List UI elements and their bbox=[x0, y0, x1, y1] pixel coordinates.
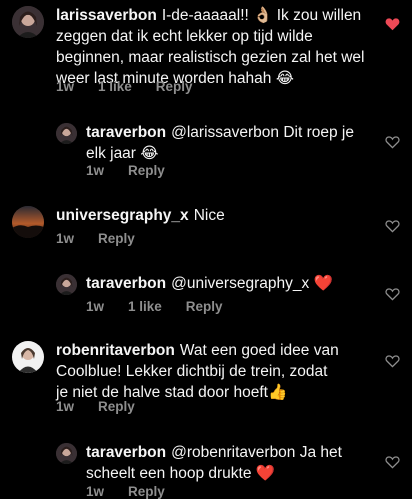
comment-body: Nice bbox=[193, 207, 225, 224]
reply-button[interactable]: Reply bbox=[156, 79, 193, 94]
like-button[interactable] bbox=[385, 219, 400, 233]
comment-text: robenritaverbon Wat een goed idee van Coo… bbox=[56, 340, 341, 403]
reply-button[interactable]: Reply bbox=[128, 163, 165, 178]
avatar-photo-icon bbox=[56, 123, 77, 144]
avatar[interactable] bbox=[12, 6, 44, 38]
heart-outline-icon bbox=[385, 136, 400, 149]
comment-time: 1w bbox=[56, 399, 75, 414]
like-button[interactable] bbox=[385, 354, 400, 368]
comment-meta: 1w Reply bbox=[86, 484, 189, 499]
avatar-photo-icon bbox=[56, 443, 77, 464]
avatar-photo-icon bbox=[56, 274, 77, 295]
heart-outline-icon bbox=[385, 288, 400, 301]
like-button[interactable] bbox=[385, 455, 400, 469]
reply-button[interactable]: Reply bbox=[128, 484, 165, 499]
comment-meta: 1w Reply bbox=[86, 163, 189, 178]
avatar-portrait-icon bbox=[12, 341, 44, 373]
comment-text: taraverbon @universegraphy_x ❤️ bbox=[86, 273, 376, 294]
comment-meta: 1w Reply bbox=[56, 399, 159, 414]
avatar[interactable] bbox=[12, 206, 44, 238]
comment-meta: 1w 1 like Reply bbox=[86, 299, 247, 314]
heart-outline-icon bbox=[385, 355, 400, 368]
avatar[interactable] bbox=[56, 443, 77, 464]
comment-username[interactable]: taraverbon bbox=[86, 124, 166, 141]
avatar-photo-icon bbox=[12, 6, 44, 38]
comment-username[interactable]: larissaverbon bbox=[56, 7, 157, 24]
heart-outline-icon bbox=[385, 220, 400, 233]
avatar-sunset-icon bbox=[12, 206, 44, 238]
reply-button[interactable]: Reply bbox=[98, 231, 135, 246]
comment-time: 1w bbox=[86, 299, 105, 314]
comment-time: 1w bbox=[56, 231, 75, 246]
heart-filled-icon bbox=[385, 18, 400, 31]
like-button[interactable] bbox=[385, 287, 400, 301]
like-button[interactable] bbox=[385, 135, 400, 149]
comment-time: 1w bbox=[86, 163, 105, 178]
heart-outline-icon bbox=[385, 456, 400, 469]
comment-text: universegraphy_x Nice bbox=[56, 205, 378, 226]
comment-username[interactable]: taraverbon bbox=[86, 275, 166, 292]
comment-time: 1w bbox=[56, 79, 75, 94]
comment-meta: 1w Reply bbox=[56, 231, 159, 246]
comment-username[interactable]: robenritaverbon bbox=[56, 342, 175, 359]
comment-username[interactable]: taraverbon bbox=[86, 444, 166, 461]
avatar[interactable] bbox=[12, 341, 44, 373]
comment-text: taraverbon @larissaverbon Dit roep je elk… bbox=[86, 122, 376, 164]
like-button[interactable] bbox=[385, 17, 400, 31]
reply-button[interactable]: Reply bbox=[98, 399, 135, 414]
comment-username[interactable]: universegraphy_x bbox=[56, 207, 189, 224]
comment-meta: 1w 1 like Reply bbox=[56, 79, 217, 94]
comment-time: 1w bbox=[86, 484, 105, 499]
comment-text: larissaverbon I-de-aaaaal!! 👌🏼 Ik zou wil… bbox=[56, 5, 378, 89]
comment-text: taraverbon @robenritaverbon Ja het scheel… bbox=[86, 442, 356, 484]
comment-body: @universegraphy_x ❤️ bbox=[171, 275, 333, 292]
comment-likes[interactable]: 1 like bbox=[98, 79, 132, 94]
reply-button[interactable]: Reply bbox=[186, 299, 223, 314]
avatar[interactable] bbox=[56, 274, 77, 295]
avatar[interactable] bbox=[56, 123, 77, 144]
comment-likes[interactable]: 1 like bbox=[128, 299, 162, 314]
